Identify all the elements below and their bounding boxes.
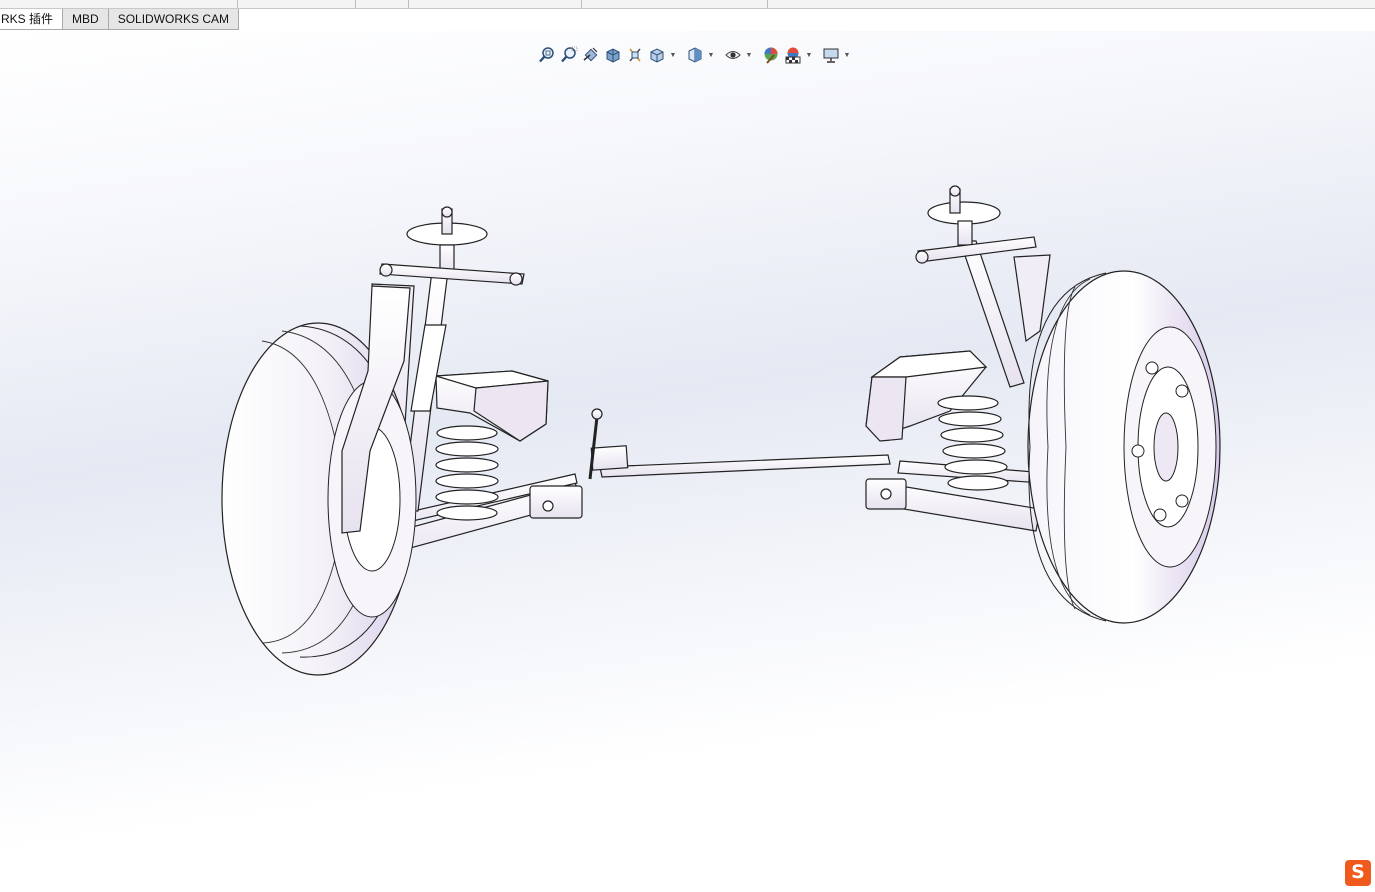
strip-separator	[355, 0, 356, 8]
tab-solidworks-cam[interactable]: SOLIDWORKS CAM	[107, 9, 240, 30]
suspension-model[interactable]	[0, 31, 1375, 892]
strip-separator	[581, 0, 582, 8]
tab-mbd[interactable]: MBD	[62, 9, 109, 30]
strip-separator	[767, 0, 768, 8]
graphics-area[interactable]: ▼ ▼ ▼ ▼ ▼ S	[0, 31, 1375, 892]
strip-separator	[408, 0, 409, 8]
right-wheel	[1027, 270, 1221, 624]
sogou-logo: S	[1345, 860, 1371, 886]
strip-separator	[237, 0, 238, 8]
tie-rod	[588, 408, 891, 480]
command-manager-tabs: RKS 插件 MBD SOLIDWORKS CAM	[0, 9, 240, 31]
window-top-strip	[0, 0, 1375, 9]
tab-solidworks-addins[interactable]: RKS 插件	[0, 9, 64, 30]
